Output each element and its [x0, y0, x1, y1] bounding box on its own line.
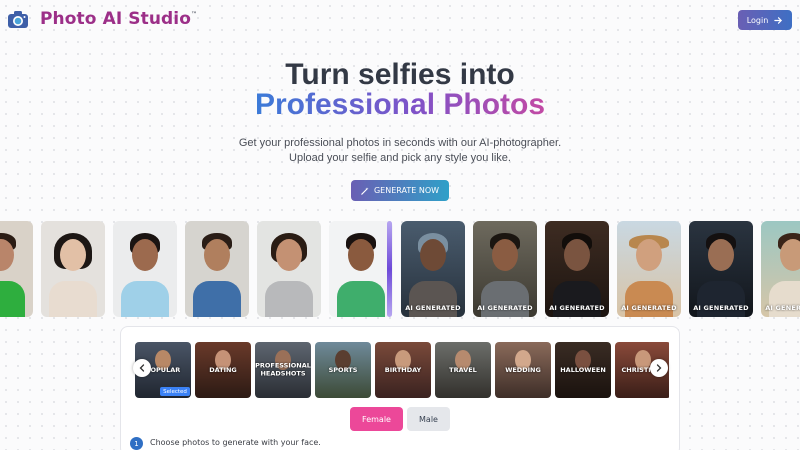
selfie-photo [329, 221, 393, 317]
ai-generated-label: AI GENERATED [693, 304, 749, 312]
top-header: Photo AI Studio™ Login [0, 0, 800, 40]
chevron-right-icon [656, 364, 662, 372]
ai-generated-label: AI GENERATED [621, 304, 677, 312]
style-label: BIRTHDAY [384, 365, 422, 374]
ai-generated-photo: AI GENERATED [617, 221, 681, 317]
chevron-left-icon [139, 364, 145, 372]
arrow-right-icon [774, 16, 783, 24]
login-button[interactable]: Login [738, 10, 792, 30]
hero-title-gradient-text: Professional Photos [254, 88, 546, 121]
hero-subtitle-line2: Upload your selfie and pick any style yo… [289, 152, 511, 164]
photo-gallery-strip: AI GENERATED AI GENERATED AI GENERATED A… [0, 221, 800, 317]
hero-title-line2: Professional Photos [0, 88, 800, 122]
carousel-prev-button[interactable] [133, 359, 151, 377]
selfie-photo [41, 221, 105, 317]
hero-subtitle-line1: Get your professional photos in seconds … [238, 137, 562, 149]
style-label: PROFESSIONAL HEADSHOTS [255, 361, 311, 378]
login-label: Login [746, 15, 769, 25]
carousel-next-button[interactable] [650, 359, 668, 377]
style-card-professional-headshots[interactable]: PROFESSIONAL HEADSHOTS [255, 342, 311, 398]
ai-generated-photo: AI GENERATED [761, 221, 800, 317]
magic-wand-icon [361, 186, 369, 195]
step-number-badge: 1 [130, 437, 143, 450]
female-toggle-button[interactable]: Female [350, 407, 403, 431]
before-after-divider[interactable] [387, 221, 392, 317]
style-card-dating[interactable]: DATING [195, 342, 251, 398]
ai-generated-label: AI GENERATED [477, 304, 533, 312]
style-label: TRAVEL [449, 365, 477, 374]
style-card-travel[interactable]: TRAVEL [435, 342, 491, 398]
style-carousel: POPULAR DATING PROFESSIONAL HEADSHOTS SP… [135, 342, 669, 398]
ai-generated-label: AI GENERATED [405, 304, 461, 312]
generate-now-button[interactable]: GENERATE NOW [351, 180, 449, 201]
style-card-wedding[interactable]: WEDDING [495, 342, 551, 398]
style-card-birthday[interactable]: BIRTHDAY [375, 342, 431, 398]
male-toggle-button[interactable]: Male [407, 407, 450, 431]
camera-logo-icon[interactable] [7, 9, 29, 29]
ai-generated-label: AI GENERATED [765, 304, 800, 312]
selfie-photo [113, 221, 177, 317]
hero-title-line1: Turn selfies into [285, 58, 515, 91]
ai-generated-photo: AI GENERATED [473, 221, 537, 317]
brand-text: Photo AI Studio [40, 9, 192, 29]
step-instruction: Choose photos to generate with your face… [150, 438, 321, 447]
ai-generated-photo: AI GENERATED [689, 221, 753, 317]
selfie-photo [185, 221, 249, 317]
style-label: DATING [209, 365, 237, 374]
style-card-sports[interactable]: SPORTS [315, 342, 371, 398]
style-label: WEDDING [505, 365, 541, 374]
ai-generated-label: AI GENERATED [549, 304, 605, 312]
selfie-photo [257, 221, 321, 317]
generate-now-label: GENERATE NOW [373, 186, 440, 195]
brand-name[interactable]: Photo AI Studio™ [40, 9, 197, 29]
selected-badge: Selected [160, 387, 190, 396]
ai-generated-photo: AI GENERATED [401, 221, 465, 317]
style-label: SPORTS [328, 365, 358, 374]
style-label: HALLOWEEN [560, 365, 606, 374]
style-card-halloween[interactable]: HALLOWEEN [555, 342, 611, 398]
trademark-mark: ™ [191, 11, 198, 18]
ai-generated-photo: AI GENERATED [545, 221, 609, 317]
selfie-photo [0, 221, 33, 317]
